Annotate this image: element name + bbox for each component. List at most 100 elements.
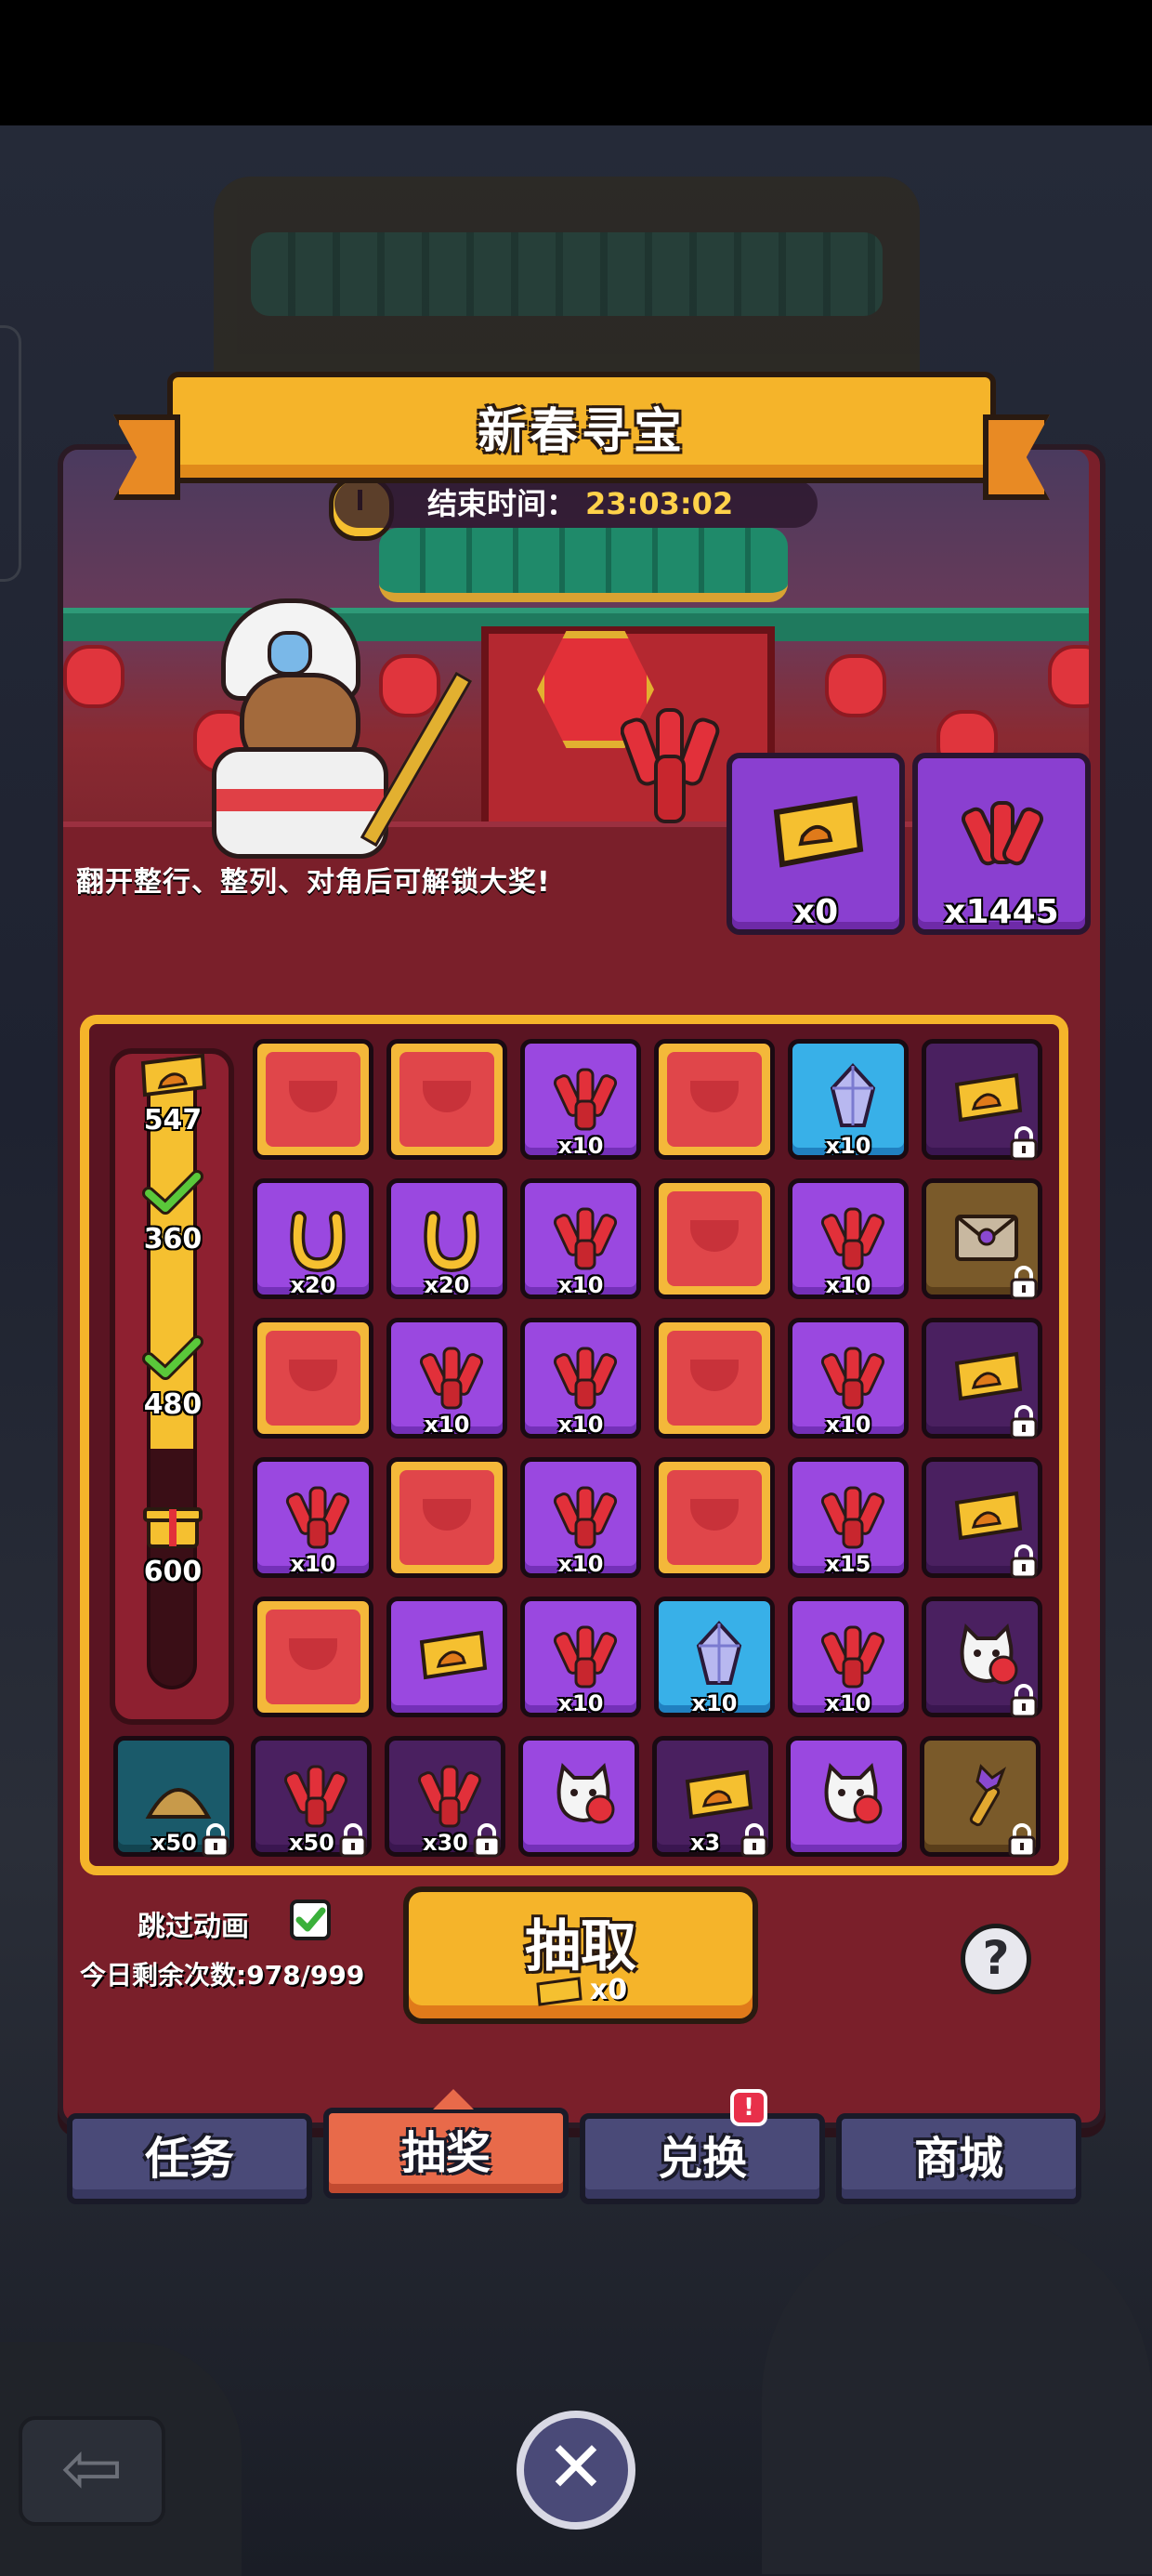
tile-quantity: x20: [424, 1272, 470, 1298]
firecracker-icon: [548, 1479, 622, 1553]
back-arrow-icon[interactable]: ⇦: [19, 2416, 165, 2526]
prize-tile[interactable]: [922, 1178, 1042, 1300]
notification-badge: !: [730, 2089, 767, 2126]
currency-count: x0: [792, 893, 839, 931]
lock-icon: [1006, 1822, 1038, 1858]
prize-tile[interactable]: [922, 1597, 1042, 1718]
tab-tasks[interactable]: 任务: [67, 2113, 312, 2204]
firecracker-icon: [414, 1339, 489, 1413]
remaining-draws-text: 今日剩余次数:978/999: [80, 1960, 365, 1991]
help-button[interactable]: ?: [961, 1924, 1031, 1994]
bottom-tab-bar: 任务 抽奖 兑换 商城: [58, 2089, 1094, 2210]
tile-quantity: x10: [557, 1690, 604, 1716]
firecracker-icon: [279, 1757, 353, 1832]
prize-tile[interactable]: [922, 1318, 1042, 1439]
prize-tile[interactable]: x10: [788, 1039, 909, 1160]
event-end-timer: 结束时间： 23:03:02: [334, 480, 818, 528]
prize-tile[interactable]: x10: [788, 1178, 909, 1299]
firecracker-icon: [548, 1339, 622, 1413]
currency-firecracker[interactable]: x1445: [912, 753, 1091, 935]
capybara-lion-dance-mascot: [184, 598, 388, 859]
prize-tile[interactable]: x10: [520, 1178, 641, 1299]
lock-icon: [471, 1822, 503, 1858]
lantern-icon: [825, 654, 886, 717]
prize-tile[interactable]: [922, 1457, 1042, 1579]
tab-shop[interactable]: 商城: [836, 2113, 1081, 2204]
lock-icon: [337, 1822, 369, 1858]
prize-tile[interactable]: x10: [520, 1597, 641, 1717]
gift-box-icon: [137, 1502, 208, 1550]
status-bar: [0, 0, 1152, 125]
prize-tile[interactable]: x10: [788, 1597, 909, 1717]
prize-tile[interactable]: x30: [385, 1736, 505, 1858]
prize-tile[interactable]: x10: [520, 1318, 641, 1439]
prize-tile[interactable]: [786, 1736, 907, 1857]
hidden-tile[interactable]: [654, 1039, 775, 1160]
milestone-reward[interactable]: 547: [124, 1050, 221, 1137]
tile-quantity: x10: [424, 1412, 470, 1438]
prize-tile[interactable]: x10: [520, 1039, 641, 1160]
check-icon: [137, 1169, 208, 1217]
prize-tile[interactable]: x15: [788, 1457, 909, 1578]
gold-ticket-icon: [414, 1618, 489, 1692]
prize-tile[interactable]: [386, 1597, 507, 1717]
cat-pet-icon: [949, 1618, 1024, 1692]
milestone-reward[interactable]: 360: [124, 1169, 221, 1255]
currency-ticket[interactable]: x0: [727, 753, 905, 935]
prize-tile[interactable]: x3: [652, 1736, 773, 1858]
gold-ticket-icon: [680, 1757, 754, 1832]
lock-icon: [1008, 1544, 1040, 1579]
prize-tile[interactable]: x20: [386, 1178, 507, 1299]
temple-roof: [379, 528, 788, 602]
close-button[interactable]: ✕: [517, 2411, 635, 2530]
tab-lottery[interactable]: 抽奖: [323, 2089, 569, 2199]
hidden-tile[interactable]: [654, 1457, 775, 1578]
draw-button[interactable]: 抽取 x0: [403, 1886, 758, 2024]
gold-ticket-icon: [773, 795, 864, 868]
milestone-value: 480: [143, 1388, 203, 1421]
lock-icon: [1008, 1265, 1040, 1300]
crystal-icon: [816, 1060, 890, 1135]
firecracker-icon: [548, 1060, 622, 1135]
prize-tile[interactable]: x10: [253, 1457, 373, 1578]
tab-exchange[interactable]: 兑换: [580, 2113, 825, 2204]
prize-tile[interactable]: x10: [386, 1318, 507, 1439]
gold-dust-icon: [141, 1757, 216, 1832]
check-icon: [137, 1334, 208, 1383]
hidden-tile[interactable]: [253, 1039, 373, 1160]
lock-icon: [739, 1822, 770, 1858]
firecracker-icon: [816, 1200, 890, 1274]
skip-animation-checkbox[interactable]: [290, 1899, 331, 1940]
hidden-tile[interactable]: [654, 1178, 775, 1299]
hidden-tile[interactable]: [253, 1597, 373, 1717]
lock-icon: [1008, 1404, 1040, 1439]
prize-tile[interactable]: [518, 1736, 639, 1857]
hidden-tile[interactable]: [386, 1039, 507, 1160]
background-decoration: [762, 2212, 1152, 2574]
prize-tile[interactable]: x10: [520, 1457, 641, 1578]
milestone-value: 547: [143, 1104, 203, 1137]
prize-tile[interactable]: x50: [251, 1736, 372, 1858]
prize-tile[interactable]: x50: [113, 1736, 234, 1858]
firecracker-icon: [816, 1479, 890, 1553]
prize-tile[interactable]: x10: [654, 1597, 775, 1717]
hidden-tile[interactable]: [654, 1318, 775, 1439]
prize-tile[interactable]: x10: [788, 1318, 909, 1439]
gold-ticket-icon: [949, 1060, 1024, 1135]
prize-tile[interactable]: [922, 1039, 1042, 1161]
hidden-tile[interactable]: [253, 1318, 373, 1439]
milestone-reward[interactable]: 600: [124, 1502, 221, 1588]
firecracker-icon: [816, 1339, 890, 1413]
prize-tile[interactable]: x20: [253, 1178, 373, 1299]
crystal-icon: [682, 1618, 756, 1692]
hidden-tile[interactable]: [386, 1457, 507, 1578]
prize-tile[interactable]: [920, 1736, 1041, 1858]
milestone-reward[interactable]: 480: [124, 1334, 221, 1421]
lock-icon: [1008, 1125, 1040, 1161]
firecracker-icon: [412, 1757, 487, 1832]
tile-quantity: x15: [825, 1551, 871, 1577]
tile-quantity: x10: [825, 1690, 871, 1716]
cat-pet-icon: [546, 1757, 621, 1832]
tile-quantity: x10: [557, 1133, 604, 1159]
milestone-value: 600: [143, 1556, 203, 1588]
